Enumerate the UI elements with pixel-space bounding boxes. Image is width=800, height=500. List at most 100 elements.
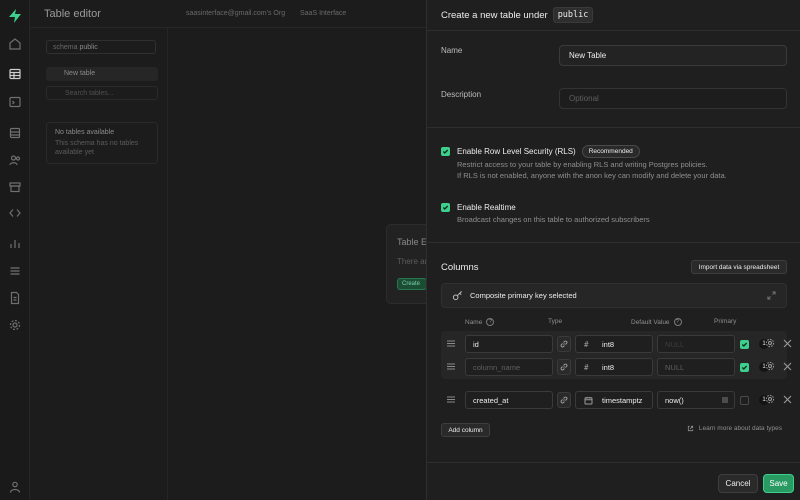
storage-icon[interactable] [8, 180, 22, 194]
project-breadcrumb[interactable]: SaaS Interface [300, 10, 346, 17]
gear-icon[interactable] [765, 394, 775, 404]
table-name-input[interactable]: New Table [559, 45, 787, 66]
drag-handle-icon[interactable] [447, 396, 455, 403]
reports-icon[interactable] [8, 237, 22, 251]
list-icon[interactable] [720, 395, 730, 405]
name-column-header: Name ? [465, 318, 495, 326]
link-icon [560, 396, 568, 404]
external-link-icon [687, 425, 693, 432]
column-type-value: timestamptz [602, 395, 643, 405]
default-value-input[interactable]: NULL [657, 335, 735, 353]
calendar-icon [584, 396, 593, 404]
learn-data-types-link[interactable]: Learn more about data types [687, 425, 782, 432]
add-column-button[interactable]: Add column [441, 423, 490, 437]
auth-users-icon[interactable] [8, 153, 22, 167]
gear-icon[interactable] [765, 338, 775, 348]
composite-pk-text: Composite primary key selected [470, 291, 577, 300]
column-type-select[interactable]: # int8 [575, 335, 653, 353]
no-tables-title: No tables available [55, 129, 115, 136]
learn-data-types-text: Learn more about data types [698, 425, 782, 432]
recommended-badge: Recommended [581, 145, 640, 158]
rls-option: Enable Row Level Security (RLS) Recommen… [457, 145, 640, 158]
column-type-select[interactable]: # int8 [575, 358, 653, 376]
search-tables-input[interactable]: Search tables... [46, 86, 158, 100]
column-row: id # int8 NULL 1 [441, 332, 792, 356]
new-table-sidebar-button[interactable]: New table [46, 67, 158, 81]
realtime-desc: Broadcast changes on this table to autho… [457, 215, 650, 224]
default-value-placeholder: NULL [665, 362, 685, 372]
gear-icon[interactable] [765, 361, 775, 371]
help-icon[interactable]: ? [673, 318, 682, 326]
logs-icon[interactable] [8, 264, 22, 278]
schema-value: public [79, 44, 98, 51]
icon-rail [0, 0, 30, 500]
foreign-key-button[interactable] [557, 359, 571, 375]
expand-icon[interactable] [767, 291, 776, 300]
panel-header-text: Create a new table under [441, 9, 548, 21]
type-column-header: Type [548, 318, 563, 325]
description-label: Description [441, 90, 482, 99]
schema-selector[interactable]: schema public [46, 40, 156, 54]
panel-header-schema: public [552, 7, 594, 23]
default-value-input[interactable]: now() [657, 391, 735, 409]
drag-handle-icon[interactable] [447, 340, 455, 347]
api-docs-icon[interactable] [8, 291, 22, 305]
help-icon[interactable]: ? [486, 318, 495, 326]
default-value-placeholder: NULL [665, 339, 685, 349]
drag-handle-icon[interactable] [447, 363, 455, 370]
foreign-key-button[interactable] [557, 336, 571, 352]
import-spreadsheet-button[interactable]: Import data via spreadsheet [691, 260, 787, 274]
primary-checkbox[interactable] [740, 396, 749, 405]
rls-desc-line1: Restrict access to your table by enablin… [457, 160, 708, 169]
primary-checkbox[interactable] [740, 363, 749, 372]
rls-checkbox[interactable] [441, 147, 450, 156]
schema-label: schema [53, 44, 78, 51]
table-editor-icon[interactable] [8, 67, 22, 81]
close-icon[interactable] [783, 395, 792, 404]
create-table-panel: Create a new table under public Name New… [426, 0, 800, 500]
column-name-input[interactable]: id [465, 335, 553, 353]
panel-header: Create a new table under public [427, 0, 800, 31]
column-row: column_name # int8 NULL 1 [441, 355, 792, 379]
link-icon [560, 363, 568, 371]
primary-checkbox[interactable] [740, 340, 749, 349]
user-account-icon[interactable] [8, 480, 22, 494]
no-tables-notice: No tables available This schema has no t… [46, 122, 158, 164]
close-icon[interactable] [783, 339, 792, 348]
settings-icon[interactable] [8, 318, 22, 332]
column-name-input[interactable]: created_at [465, 391, 553, 409]
home-icon[interactable] [8, 37, 22, 51]
column-type-value: int8 [602, 362, 615, 372]
supabase-logo-icon[interactable] [8, 9, 22, 23]
org-breadcrumb[interactable]: saasinterface@gmail.com's Org [186, 10, 285, 17]
app-root: Table editor saasinterface@gmail.com's O… [0, 0, 800, 500]
divider [427, 242, 800, 243]
column-type-select[interactable]: timestamptz [575, 391, 653, 409]
close-icon[interactable] [783, 362, 792, 371]
description-input[interactable]: Optional [559, 88, 787, 109]
database-icon[interactable] [8, 126, 22, 140]
default-column-header: Default Value ? [631, 318, 682, 326]
divider [427, 127, 800, 128]
sql-editor-icon[interactable] [8, 95, 22, 109]
name-header-label: Name [465, 318, 483, 326]
cancel-button[interactable]: Cancel [718, 474, 758, 493]
column-name-input[interactable]: column_name [465, 358, 553, 376]
realtime-title: Enable Realtime [457, 203, 516, 212]
foreign-key-button[interactable] [557, 392, 571, 408]
default-header-label: Default Value [631, 318, 670, 326]
page-title: Table editor [44, 8, 101, 20]
composite-pk-bar[interactable]: Composite primary key selected [441, 283, 787, 308]
empty-state-create-button[interactable]: Create [397, 278, 427, 290]
default-value-text: now() [665, 395, 684, 405]
key-icon [452, 291, 462, 301]
edge-functions-icon[interactable] [8, 206, 22, 220]
primary-column-header: Primary [714, 318, 737, 325]
save-button[interactable]: Save [763, 474, 794, 493]
no-tables-desc: This schema has no tables available yet [55, 140, 139, 156]
default-value-input[interactable]: NULL [657, 358, 735, 376]
column-type-value: int8 [602, 339, 615, 349]
panel-footer: Cancel Save [427, 462, 800, 500]
columns-title: Columns [441, 262, 479, 273]
realtime-checkbox[interactable] [441, 203, 450, 212]
